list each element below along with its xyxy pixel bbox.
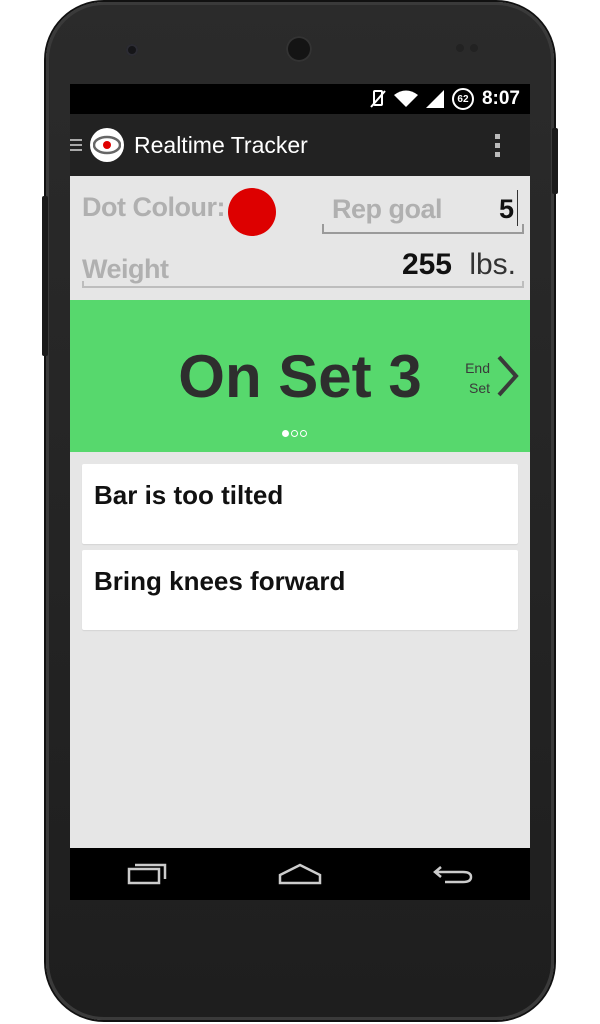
rep-goal-field[interactable]: Rep goal 5 [322, 186, 524, 234]
feedback-list: Bar is too tilted Bring knees forward [70, 452, 530, 630]
dot-colour-swatch[interactable] [228, 188, 276, 236]
feedback-card[interactable]: Bar is too tilted [82, 464, 518, 544]
end-set-label-line1: End [465, 360, 490, 376]
end-set-label-line2: Set [468, 380, 490, 396]
overflow-menu-icon[interactable] [495, 133, 500, 157]
app-title: Realtime Tracker [134, 131, 308, 158]
battery-icon: 62 [451, 88, 474, 110]
status-bar: 62 8:07 [70, 84, 530, 114]
power-button [552, 128, 558, 194]
status-time: 8:07 [481, 88, 520, 109]
light-sensor [470, 44, 478, 52]
feedback-card[interactable]: Bring knees forward [82, 550, 518, 630]
wifi-icon [393, 90, 418, 108]
screen: 62 8:07 Realtime Tracker Dot Colour: Rep… [70, 84, 530, 900]
page-dot-active [282, 430, 289, 437]
earpiece-speaker [286, 36, 312, 62]
weight-label: Weight [82, 254, 169, 284]
feedback-text: Bring knees forward [94, 566, 346, 596]
rep-goal-value[interactable]: 5 [499, 194, 514, 225]
feedback-text: Bar is too tilted [94, 480, 284, 510]
set-title: On Set 3 [178, 343, 422, 410]
set-panel[interactable]: On Set 3 End Set [70, 300, 530, 452]
page-indicator [282, 430, 307, 437]
volume-button [42, 196, 48, 356]
rep-goal-label: Rep goal [332, 194, 443, 224]
recent-apps-icon[interactable] [117, 854, 177, 894]
battery-level: 62 [451, 88, 474, 110]
home-icon[interactable] [270, 854, 330, 894]
end-set-button[interactable]: End Set [465, 358, 490, 398]
page-dot [300, 430, 307, 437]
eye-icon[interactable] [90, 128, 124, 162]
dot-colour-label: Dot Colour: [82, 192, 225, 222]
chevron-right-icon[interactable] [496, 354, 520, 403]
weight-unit: lbs. [469, 248, 516, 281]
weight-field-underline [82, 281, 524, 288]
action-bar: Realtime Tracker [70, 114, 530, 176]
nav-drawer-icon[interactable] [70, 139, 84, 151]
navigation-bar [70, 848, 530, 900]
back-icon[interactable] [423, 854, 483, 894]
page-dot [291, 430, 298, 437]
settings-panel: Dot Colour: Rep goal 5 Weight 255 lbs. [70, 176, 530, 300]
front-camera [126, 44, 138, 56]
cell-signal-icon [425, 90, 444, 108]
proximity-sensor [456, 44, 464, 52]
weight-value[interactable]: 255 [402, 248, 452, 282]
text-cursor [517, 190, 518, 226]
vibrate-off-icon [370, 89, 386, 109]
